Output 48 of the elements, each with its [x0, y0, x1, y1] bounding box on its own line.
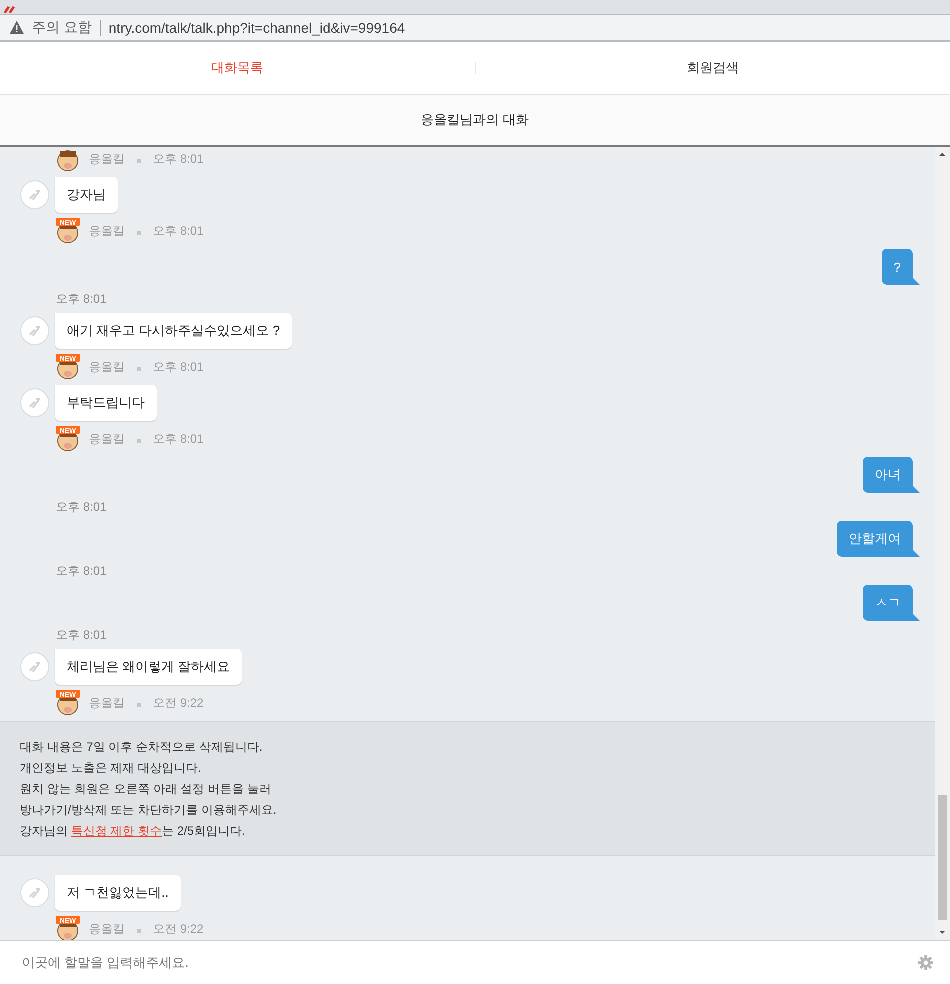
bubble-tail-icon: [913, 550, 920, 557]
notice-text: 방나가기/방삭제 또는 차단하기를 이용해주세요.: [20, 802, 278, 819]
sent-message: 아녀: [863, 457, 913, 493]
warning-icon: [10, 21, 24, 34]
message-time: 오후 8:01: [55, 627, 108, 643]
message-time: 오후 8:01: [153, 150, 204, 168]
sent-message: ㅅㄱ: [863, 585, 913, 621]
security-label[interactable]: 주의 요함: [32, 18, 92, 36]
message-time: 오후 8:01: [55, 291, 108, 307]
url-text[interactable]: ntry.com/talk/talk.php?it=channel_id&iv=999164: [108, 20, 406, 36]
received-message: 애기 재우고 다시하주실수있으세오 ?: [55, 313, 292, 349]
notice-text: 개인정보 노출은 제재 대상입니다.: [20, 760, 202, 777]
message-time: 오후 8:01: [55, 563, 108, 579]
received-message: 체리님은 왜이렇게 잘하세요: [55, 649, 242, 685]
sender-name: 응올킬: [89, 920, 125, 938]
profile-avatar-icon: [20, 652, 50, 682]
scrollbar-thumb[interactable]: [938, 795, 947, 920]
profile-avatar-icon: [20, 388, 50, 418]
profile-avatar-icon: [20, 878, 50, 908]
report-limit-link[interactable]: 특신청 제한 횟수: [71, 824, 162, 838]
bubble-tail-icon: [913, 614, 920, 621]
sender-name: 응올킬: [89, 694, 125, 712]
sender-name: 응올킬: [89, 430, 125, 448]
profile-avatar-icon: [20, 316, 50, 346]
received-message: 저 ㄱ천잃었는데..: [55, 875, 181, 911]
bubble-tail-icon: [913, 278, 920, 285]
notice-text: 원치 않는 회원은 오른쪽 아래 설정 버튼을 눌러: [20, 781, 272, 798]
sender-name: 응올킬: [89, 222, 125, 240]
received-message: 강자님: [55, 177, 118, 213]
message-time: 오후 8:01: [153, 222, 204, 240]
message-time: 오후 8:01: [55, 499, 108, 515]
notice-text: 대화 내용은 7일 이후 순차적으로 삭제됩니다.: [20, 739, 264, 756]
message-input[interactable]: 이곳에 할말을 입력해주세요.: [20, 954, 918, 971]
profile-avatar-icon: [20, 180, 50, 210]
sender-name: 응올킬: [89, 358, 125, 376]
message-time: 오후 8:01: [153, 358, 204, 376]
chat-title: 응올킬님과의 대화: [421, 111, 529, 129]
sender-name: 응올킬: [89, 150, 125, 168]
message-time: 오후 8:01: [153, 430, 204, 448]
sent-message: 안할게여: [837, 521, 913, 557]
scrollbar[interactable]: [935, 147, 950, 940]
settings-icon[interactable]: [918, 954, 934, 970]
message-time: 오전 9:22: [153, 694, 204, 712]
bubble-tail-icon: [913, 486, 920, 493]
sent-message: ?: [882, 249, 913, 285]
received-message: 부탁드립니다: [55, 385, 157, 421]
message-time: 오전 9:22: [153, 920, 204, 938]
notice-text: 강자님의 특신청 제한 횟수는 2/5회입니다.: [20, 823, 246, 840]
